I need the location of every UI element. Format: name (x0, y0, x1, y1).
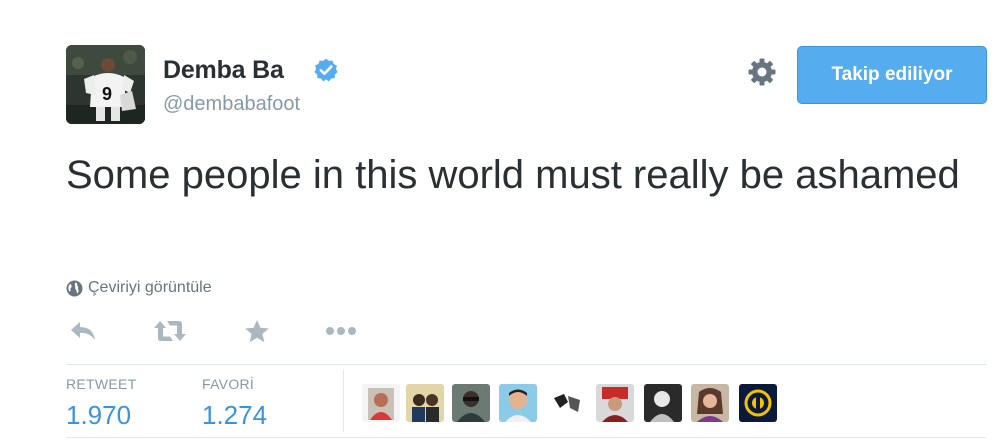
favoriter-avatar[interactable] (499, 384, 537, 422)
favoriter-avatar[interactable] (362, 384, 400, 422)
verified-badge-icon (314, 58, 338, 82)
favoriter-avatar[interactable] (644, 384, 682, 422)
favorite-count-label[interactable]: FAVORİ (202, 376, 254, 392)
stats-bottom-divider (66, 437, 986, 438)
stats-top-divider (66, 364, 986, 365)
favoriter-avatar[interactable] (548, 384, 586, 422)
favorite-button[interactable] (243, 318, 271, 344)
star-icon (245, 319, 269, 342)
translate-label: Çeviriyi görüntüle (88, 279, 212, 296)
author-handle[interactable]: @dembabafoot (163, 93, 300, 116)
favoriter-avatar[interactable] (406, 384, 444, 422)
retweet-button[interactable] (152, 318, 188, 344)
reply-button[interactable] (68, 318, 98, 344)
favoriter-avatar[interactable] (596, 384, 634, 422)
more-button[interactable] (324, 318, 358, 344)
translate-link[interactable]: Çeviriyi görüntüle (66, 278, 212, 298)
author-avatar[interactable]: 9 (66, 45, 145, 124)
globe-icon (66, 280, 83, 296)
favorite-count[interactable]: 1.274 (202, 400, 267, 431)
retweet-count-label[interactable]: RETWEET (66, 376, 137, 392)
stats-vertical-divider (343, 370, 344, 432)
tweet-card: 9 Demba Ba @dembabafoot Takip ediliyor S… (0, 0, 1000, 441)
favoriter-avatar[interactable] (452, 384, 490, 422)
retweet-icon (154, 321, 186, 341)
favoriter-avatar[interactable] (739, 384, 777, 422)
author-name[interactable]: Demba Ba (163, 56, 284, 85)
avatar-image: 9 (66, 45, 145, 124)
tweet-text: Some people in this world must really be… (66, 153, 960, 197)
favoriter-avatar[interactable] (691, 384, 729, 422)
more-icon (326, 327, 356, 335)
jersey-number: 9 (102, 84, 112, 104)
gear-icon[interactable] (747, 57, 777, 87)
reply-icon (71, 322, 95, 340)
retweet-count[interactable]: 1.970 (66, 400, 131, 431)
following-button[interactable]: Takip ediliyor (797, 46, 987, 104)
